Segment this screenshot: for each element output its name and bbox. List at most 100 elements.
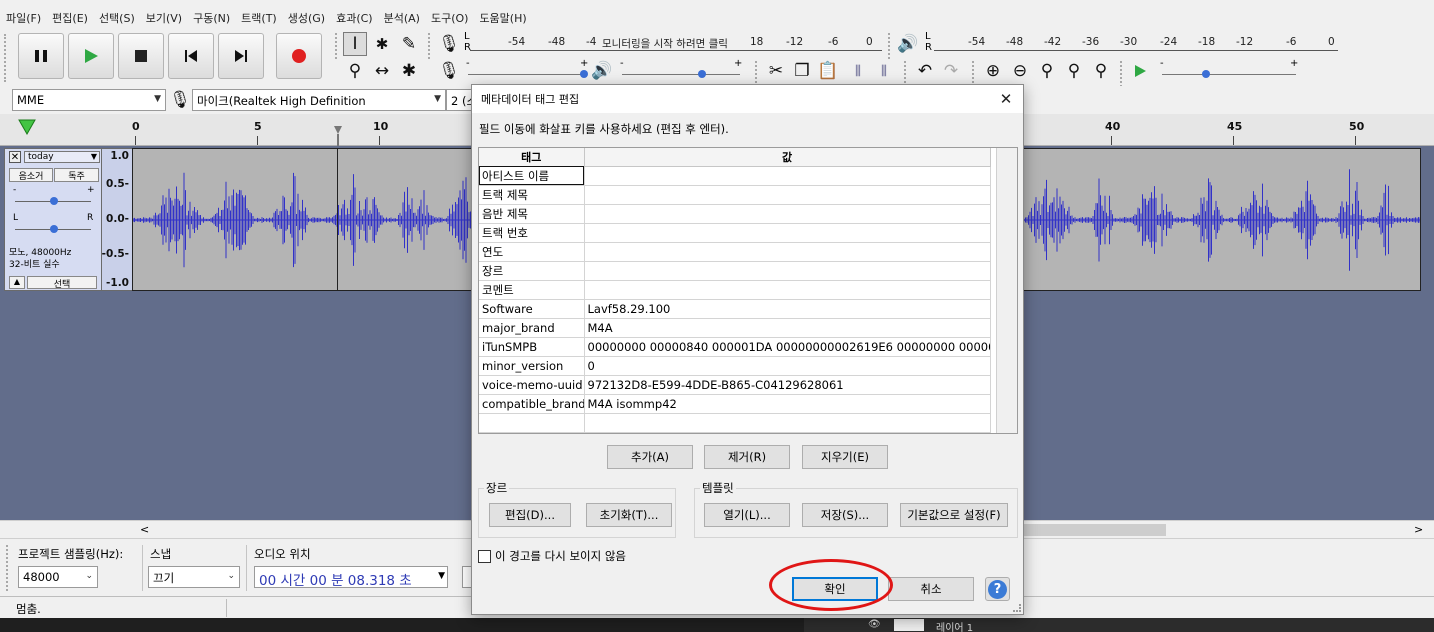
value-cell[interactable] <box>584 185 991 205</box>
playhead-marker[interactable] <box>334 126 342 146</box>
value-cell[interactable]: 972132D8-E599-4DDE-B865-C04129628061 <box>584 375 991 395</box>
close-icon[interactable]: ✕ <box>995 89 1017 109</box>
menu-item[interactable]: 트랙(T) <box>241 10 277 26</box>
pause-button[interactable] <box>18 33 64 79</box>
template-save-button[interactable]: 저장(S)... <box>802 503 888 527</box>
tag-cell[interactable]: compatible_brands <box>479 394 585 414</box>
tag-cell[interactable]: 장르 <box>479 261 585 281</box>
tag-row[interactable]: Software Lavf58.29.100 <box>479 299 991 319</box>
tag-cell[interactable]: voice-memo-uuid <box>479 375 585 395</box>
tag-row[interactable]: 연도 <box>479 242 991 262</box>
play-volume-thumb[interactable] <box>698 70 706 78</box>
tag-row[interactable]: 코멘트 <box>479 280 991 300</box>
tag-row[interactable]: 음반 제목 <box>479 204 991 224</box>
fit-project-icon[interactable]: ⚲ <box>1062 59 1086 83</box>
scroll-right-icon[interactable]: > <box>1414 523 1423 536</box>
snap-select[interactable]: 끄기 ⌄ <box>148 566 240 588</box>
toolbar-grip[interactable] <box>335 33 341 59</box>
add-button[interactable]: 추가(A) <box>607 445 693 469</box>
silence-icon[interactable]: ⫼ <box>872 59 896 83</box>
template-default-button[interactable]: 기본값으로 설정(F) <box>900 503 1008 527</box>
gain-thumb[interactable] <box>50 197 58 205</box>
toolbar-grip[interactable] <box>4 34 10 82</box>
value-cell[interactable] <box>584 223 991 243</box>
value-cell[interactable] <box>584 261 991 281</box>
solo-button[interactable]: 독주 <box>54 168 99 182</box>
cancel-button[interactable]: 취소 <box>888 577 974 601</box>
tag-cell[interactable]: 아티스트 이름 <box>479 166 585 186</box>
menu-item[interactable]: 구동(N) <box>193 10 230 26</box>
tag-row[interactable]: 장르 <box>479 261 991 281</box>
menu-item[interactable]: 편집(E) <box>52 10 88 26</box>
tag-cell[interactable]: 코멘트 <box>479 280 585 300</box>
tag-cell[interactable]: 트랙 제목 <box>479 185 585 205</box>
resize-grip-icon[interactable] <box>1013 604 1021 612</box>
eye-icon[interactable]: 👁 <box>868 619 881 630</box>
value-cell[interactable] <box>584 204 991 224</box>
record-volume-slider[interactable] <box>468 74 586 75</box>
menu-item[interactable]: 분석(A) <box>384 10 420 26</box>
tag-cell[interactable]: 음반 제목 <box>479 204 585 224</box>
fit-selection-icon[interactable]: ⚲ <box>1035 59 1059 83</box>
column-header-tag[interactable]: 태그 <box>479 148 585 167</box>
trim-icon[interactable]: ⫼ <box>846 59 870 83</box>
genre-edit-button[interactable]: 편집(D)... <box>489 503 571 527</box>
skip-to-end-button[interactable] <box>218 33 264 79</box>
tag-cell[interactable] <box>479 413 585 433</box>
play-speed-thumb[interactable] <box>1202 70 1210 78</box>
menu-item[interactable]: 선택(S) <box>99 10 135 26</box>
tag-row[interactable]: 트랙 번호 <box>479 223 991 243</box>
scroll-left-icon[interactable]: < <box>140 523 149 536</box>
scroll-thumb[interactable] <box>1024 524 1166 536</box>
menu-item[interactable]: 도구(O) <box>431 10 468 26</box>
play-button[interactable] <box>68 33 114 79</box>
menu-item[interactable]: 보기(V) <box>146 10 182 26</box>
value-cell[interactable]: 00000000 00000840 000001DA 0000000000261… <box>584 337 991 357</box>
dont-show-checkbox[interactable]: 이 경고를 다시 보이지 않음 <box>478 548 626 564</box>
stop-button[interactable] <box>118 33 164 79</box>
playback-meter[interactable]: -54 -48 -42 -36 -30 -24 -18 -12 -6 0 <box>936 36 1336 50</box>
skip-to-start-button[interactable] <box>168 33 214 79</box>
record-meter[interactable]: -54 -48 -4 모니터링을 시작 하려면 클릭 18 -12 -6 0 <box>474 36 884 50</box>
template-load-button[interactable]: 열기(L)... <box>704 503 790 527</box>
menu-item[interactable]: 생성(G) <box>288 10 325 26</box>
genre-reset-button[interactable]: 초기화(T)... <box>586 503 672 527</box>
toolbar-grip[interactable] <box>1120 61 1126 87</box>
paste-icon[interactable]: 📋 <box>816 59 840 83</box>
play-volume-slider[interactable] <box>622 74 740 75</box>
toolbar-grip[interactable] <box>888 33 894 59</box>
remove-button[interactable]: 제거(R) <box>704 445 790 469</box>
value-cell[interactable]: 0 <box>584 356 991 376</box>
select-track-button[interactable]: 선택 <box>27 276 97 290</box>
collapse-icon[interactable]: ▲ <box>9 276 25 289</box>
tag-row[interactable]: minor_version 0 <box>479 356 991 376</box>
audio-position-field[interactable]: 00 시간 00 분 08.318 초 ▼ <box>254 566 448 588</box>
value-cell[interactable]: Lavf58.29.100 <box>584 299 991 319</box>
cut-icon[interactable]: ✂ <box>764 59 788 83</box>
dialog-titlebar[interactable]: 메타데이터 태그 편집 <box>472 85 1023 113</box>
value-cell[interactable]: M4A <box>584 318 991 338</box>
pan-thumb[interactable] <box>50 225 58 233</box>
track-menu[interactable]: today ▼ <box>24 151 100 163</box>
tag-row[interactable]: major_brand M4A <box>479 318 991 338</box>
undo-icon[interactable]: ↶ <box>913 59 937 83</box>
selection-tool-icon[interactable]: I <box>343 32 367 56</box>
value-cell[interactable]: M4A isommp42 <box>584 394 991 414</box>
value-cell[interactable] <box>584 242 991 262</box>
toolbar-grip[interactable] <box>6 545 12 591</box>
draw-tool-icon[interactable]: ✎ <box>397 32 421 56</box>
tag-cell[interactable]: major_brand <box>479 318 585 338</box>
timeshift-tool-icon[interactable]: ↔ <box>370 59 394 83</box>
value-cell[interactable] <box>584 166 991 186</box>
play-speed-slider[interactable] <box>1162 74 1296 75</box>
zoom-in-icon[interactable]: ⊕ <box>981 59 1005 83</box>
tag-cell[interactable]: iTunSMPB <box>479 337 585 357</box>
menu-item[interactable]: 파일(F) <box>6 10 41 26</box>
zoom-toggle-icon[interactable]: ⚲ <box>1089 59 1113 83</box>
tag-row[interactable]: voice-memo-uuid 972132D8-E599-4DDE-B865-C… <box>479 375 991 395</box>
tag-row[interactable]: 아티스트 이름 <box>479 166 991 186</box>
grid-scrollbar[interactable] <box>996 148 1017 433</box>
column-header-value[interactable]: 값 <box>584 148 991 167</box>
zoom-out-icon[interactable]: ⊖ <box>1008 59 1032 83</box>
zoom-tool-icon[interactable]: ⚲ <box>343 59 367 83</box>
